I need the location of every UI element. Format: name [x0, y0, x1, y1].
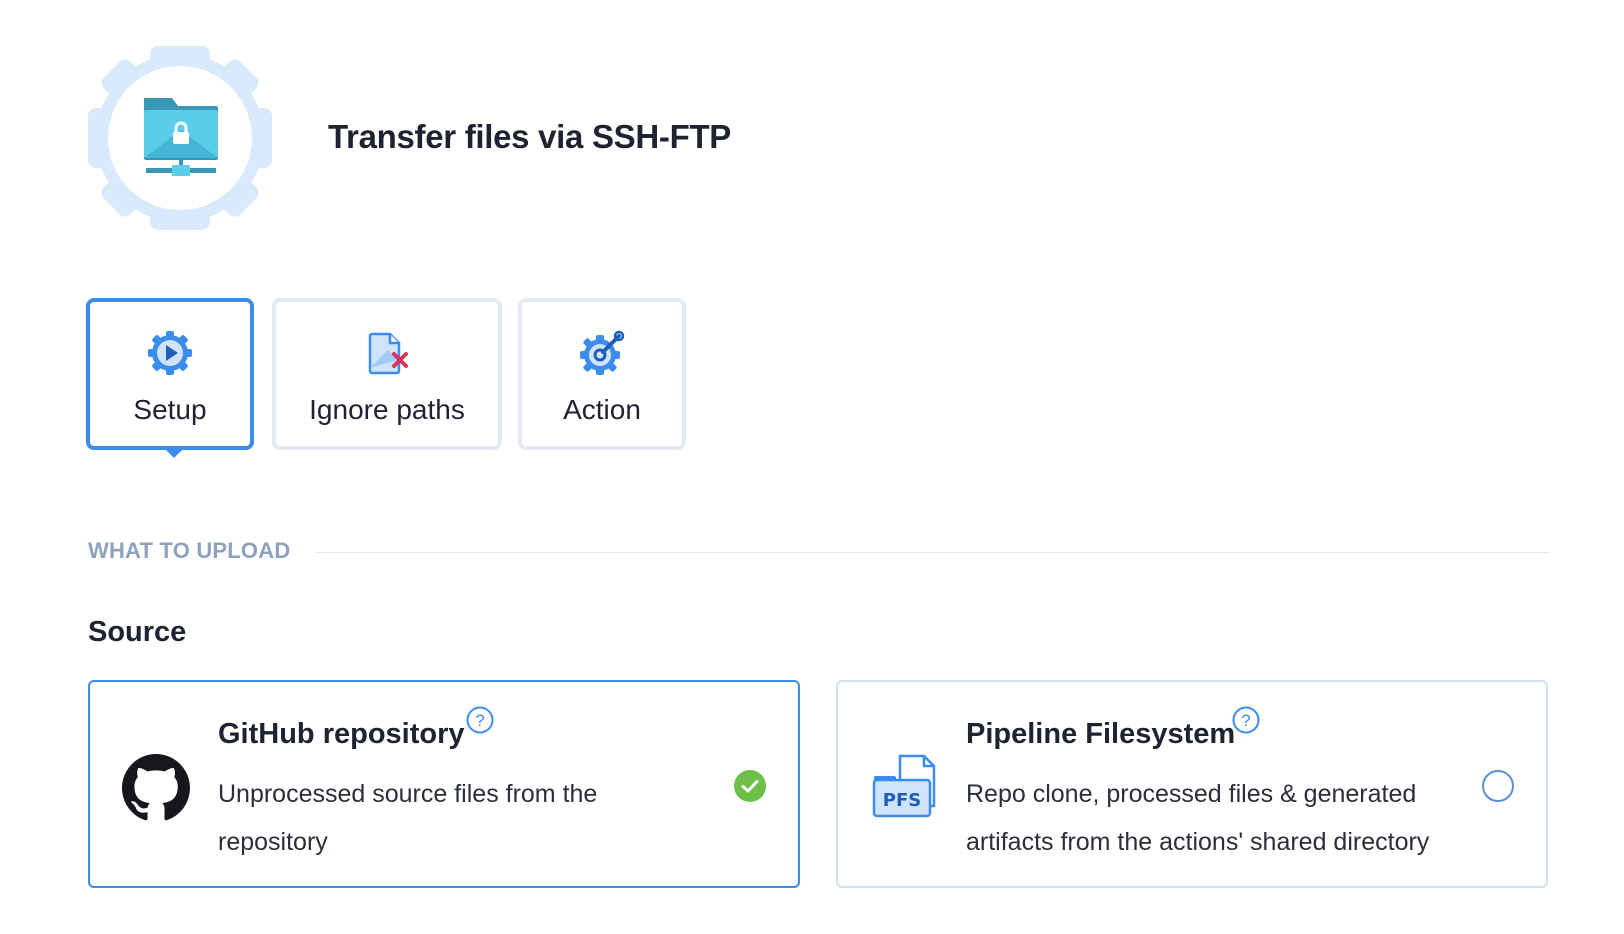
- unselected-radio[interactable]: [1482, 770, 1514, 802]
- source-option-pipeline-filesystem[interactable]: PFS Pipeline Filesystem ? Repo clone, pr…: [836, 680, 1548, 888]
- page-title: Transfer files via SSH-FTP: [328, 118, 732, 155]
- svg-text:?: ?: [475, 711, 484, 730]
- tab-action-label: Action: [563, 394, 641, 425]
- source-option-description: Unprocessed source files from the reposi…: [218, 780, 598, 856]
- source-option-description: Repo clone, processed files & generated …: [966, 780, 1430, 856]
- gear-wrench-icon: [580, 330, 625, 375]
- pfs-icon-label: PFS: [883, 790, 921, 811]
- help-icon[interactable]: ?: [466, 706, 494, 734]
- tab-ignore-paths[interactable]: Ignore paths: [272, 298, 502, 450]
- svg-text:?: ?: [1241, 711, 1250, 730]
- section-heading: WHAT TO UPLOAD: [88, 538, 291, 563]
- gear-play-icon: [148, 331, 192, 375]
- selected-check-icon[interactable]: [734, 770, 766, 802]
- tab-action[interactable]: Action: [518, 298, 686, 450]
- tab-setup-label: Setup: [133, 394, 207, 425]
- sftp-logo-icon: [88, 46, 272, 230]
- source-label: Source: [88, 616, 187, 648]
- active-tab-pointer: [164, 448, 184, 458]
- source-option-title: Pipeline Filesystem: [966, 718, 1236, 750]
- source-option-github[interactable]: GitHub repository ? Unprocessed source f…: [88, 680, 800, 888]
- github-icon: [122, 754, 190, 821]
- tab-setup[interactable]: Setup: [86, 298, 254, 450]
- source-option-title: GitHub repository: [218, 718, 465, 750]
- file-delete-icon: [368, 332, 408, 375]
- help-icon[interactable]: ?: [1232, 706, 1260, 734]
- section-divider: [316, 552, 1550, 553]
- pfs-icon: PFS: [872, 754, 936, 818]
- tab-ignore-paths-label: Ignore paths: [309, 394, 465, 425]
